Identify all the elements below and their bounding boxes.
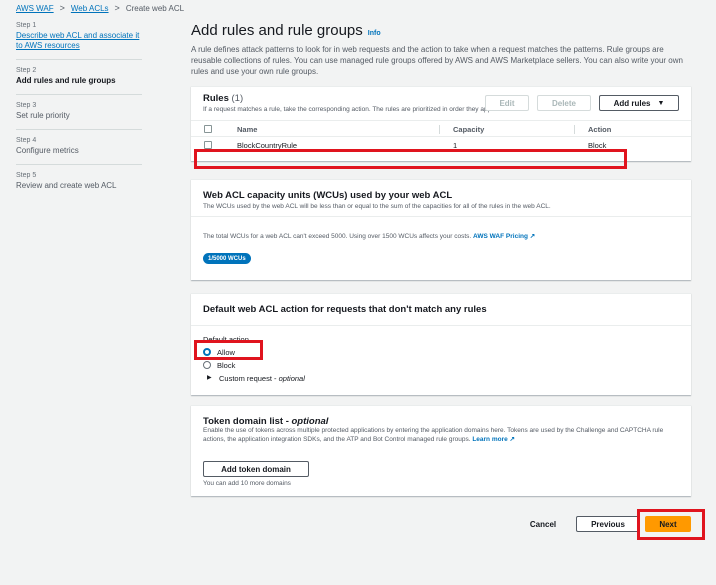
breadcrumb-current: Create web ACL [125, 3, 185, 13]
custom-request-toggle[interactable]: Custom request - optional [219, 374, 305, 383]
step-5: Step 5 Review and create web ACL [16, 172, 142, 199]
step-number: Step 1 [16, 22, 37, 29]
rules-title-text: Rules [203, 93, 229, 104]
step-3: Step 3 Set rule priority [16, 102, 142, 130]
page-header: Add rules and rule groups Info A rule de… [191, 22, 691, 77]
step-4-label: Configure metrics [16, 146, 79, 155]
step-5-label: Review and create web ACL [16, 181, 117, 190]
default-action-panel: Default web ACL action for requests that… [191, 293, 691, 395]
edit-button[interactable]: Edit [485, 95, 529, 111]
wizard-steps: Step 1 Describe web ACL and associate it… [16, 22, 142, 206]
block-radio[interactable] [203, 361, 211, 369]
wcu-note-text: The total WCUs for a web ACL can't excee… [203, 233, 472, 240]
token-desc-text: Enable the use of tokens across multiple… [203, 427, 664, 443]
page-description: A rule defines attack patterns to look f… [191, 45, 683, 76]
page-title-text: Add rules and rule groups [191, 22, 363, 39]
add-rules-button[interactable]: Add rules ▼ [599, 95, 679, 111]
rule-action: Block [588, 141, 607, 150]
default-action-title: Default web ACL action for requests that… [203, 304, 487, 315]
step-number: Step 2 [16, 67, 37, 74]
token-description: Enable the use of tokens across multiple… [203, 426, 681, 444]
step-number: Step 3 [16, 102, 37, 109]
breadcrumb-separator: > [59, 3, 65, 13]
external-link-icon: ↗ [509, 436, 515, 443]
external-link-icon: ↗ [529, 233, 536, 240]
rule-capacity: 1 [453, 141, 458, 150]
rules-panel: Rules (1) If a request matches a rule, t… [191, 86, 691, 161]
learn-more-link[interactable]: Learn more ↗ [472, 436, 515, 443]
previous-button[interactable]: Previous [576, 516, 640, 532]
wcu-badge: 1/5000 WCUs [203, 253, 251, 264]
rule-name: BlockCountryRule [237, 141, 298, 150]
breadcrumb-aws-waf[interactable]: AWS WAF [16, 4, 54, 13]
column-action: Action [588, 125, 612, 134]
wcu-title: Web ACL capacity units (WCUs) used by yo… [203, 190, 453, 201]
row-checkbox[interactable] [204, 141, 212, 149]
select-all-checkbox[interactable] [204, 125, 212, 133]
step-3-label: Set rule priority [16, 111, 70, 120]
step-1: Step 1 Describe web ACL and associate it… [16, 22, 142, 60]
optional-label: optional [278, 374, 305, 383]
wcu-note: The total WCUs for a web ACL can't excee… [203, 232, 535, 240]
column-capacity: Capacity [453, 125, 485, 134]
block-label[interactable]: Block [217, 361, 235, 370]
custom-request-label: Custom request - [219, 374, 279, 383]
caret-right-icon[interactable]: ▶ [207, 374, 212, 381]
divider [191, 325, 691, 326]
next-button[interactable]: Next [645, 516, 691, 532]
pricing-link[interactable]: AWS WAF Pricing ↗ [473, 233, 535, 240]
breadcrumb-web-acls[interactable]: Web ACLs [71, 4, 109, 13]
divider [191, 216, 691, 217]
column-name: Name [237, 125, 258, 134]
rules-count: (1) [231, 93, 244, 104]
caret-down-icon: ▼ [657, 99, 665, 107]
step-1-link[interactable]: Describe web ACL and associate it to AWS… [16, 31, 142, 51]
column-divider [439, 125, 440, 134]
allow-radio[interactable] [203, 348, 211, 356]
allow-label[interactable]: Allow [217, 348, 235, 357]
token-hint: You can add 10 more domains [203, 480, 291, 487]
wcu-panel: Web ACL capacity units (WCUs) used by yo… [191, 179, 691, 280]
rules-table-header: Name Capacity Action [191, 120, 691, 137]
step-4: Step 4 Configure metrics [16, 137, 142, 165]
table-row[interactable]: BlockCountryRule 1 Block [191, 137, 691, 154]
delete-button[interactable]: Delete [537, 95, 591, 111]
step-number: Step 5 [16, 172, 37, 179]
breadcrumb: AWS WAF > Web ACLs > Create web ACL [16, 3, 184, 13]
add-rules-label: Add rules [613, 98, 651, 108]
wcu-subtitle: The WCUs used by the web ACL will be les… [203, 203, 551, 210]
add-token-domain-button[interactable]: Add token domain [203, 461, 309, 477]
step-2: Step 2 Add rules and rule groups [16, 67, 142, 95]
learn-more-text: Learn more [472, 436, 508, 443]
token-domain-panel: Token domain list - optional Enable the … [191, 405, 691, 496]
default-action-label: Default action [203, 335, 249, 344]
step-2-label: Add rules and rule groups [16, 76, 116, 85]
step-number: Step 4 [16, 137, 37, 144]
pricing-link-text: AWS WAF Pricing [473, 233, 528, 240]
breadcrumb-separator: > [114, 3, 120, 13]
info-link[interactable]: Info [368, 30, 381, 37]
cancel-button[interactable]: Cancel [520, 516, 566, 532]
column-divider [574, 125, 575, 134]
page-title: Add rules and rule groups Info [191, 22, 691, 39]
